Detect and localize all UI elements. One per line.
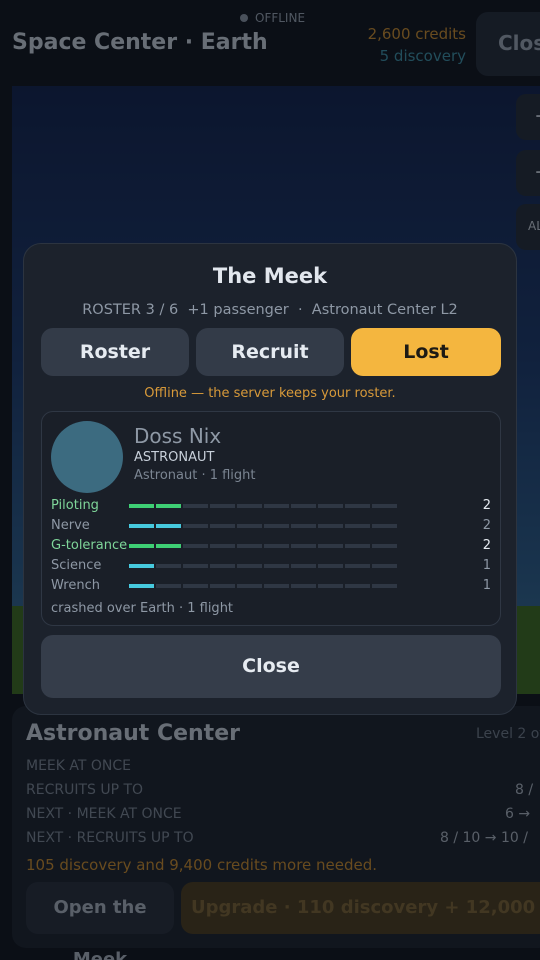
- skill-segment: [318, 584, 343, 588]
- skill-segment: [210, 584, 235, 588]
- skill-segment: [291, 524, 316, 528]
- skill-meter: [129, 524, 397, 528]
- skill-segment: [291, 564, 316, 568]
- skill-segment: [183, 584, 208, 588]
- skill-segment: [372, 544, 397, 548]
- skill-segment: [183, 504, 208, 508]
- astronaut-role: ASTRONAUT: [134, 450, 215, 465]
- skill-label: Wrench: [51, 578, 100, 593]
- tab-roster[interactable]: Roster: [41, 328, 189, 376]
- skill-segment: [129, 524, 154, 528]
- skill-segment: [183, 524, 208, 528]
- skill-segment: [345, 504, 370, 508]
- skill-segment: [291, 544, 316, 548]
- skill-label: Piloting: [51, 498, 99, 513]
- skill-segment: [372, 584, 397, 588]
- skill-segment: [210, 524, 235, 528]
- skill-segment: [264, 504, 289, 508]
- skill-segment: [345, 544, 370, 548]
- skill-segment: [291, 584, 316, 588]
- skill-segment: [156, 524, 181, 528]
- skill-segment: [156, 584, 181, 588]
- astronaut-status: crashed over Earth · 1 flight: [51, 601, 234, 616]
- skill-row: Nerve 2: [51, 518, 491, 534]
- skill-meter: [129, 564, 397, 568]
- app-root: OFFLINE Space Center · Earth 2,600 credi…: [0, 0, 540, 960]
- skill-segment: [156, 504, 181, 508]
- skill-segment: [318, 504, 343, 508]
- skill-value: 1: [482, 558, 491, 573]
- astronaut-name: Doss Nix: [134, 424, 222, 448]
- skill-segment: [318, 564, 343, 568]
- skill-value: 2: [482, 498, 491, 513]
- skill-label: G-tolerance: [51, 538, 128, 553]
- skill-segment: [129, 564, 154, 568]
- skill-label: Science: [51, 558, 102, 573]
- skill-value: 2: [482, 538, 491, 553]
- skill-segment: [372, 564, 397, 568]
- roster-summary: ROSTER 3 / 6 +1 passenger · Astronaut Ce…: [82, 302, 458, 318]
- skill-segment: [156, 544, 181, 548]
- tab-recruit[interactable]: Recruit: [196, 328, 344, 376]
- skill-segment: [237, 544, 262, 548]
- avatar: [51, 421, 123, 493]
- skill-segment: [156, 564, 181, 568]
- skill-segment: [264, 564, 289, 568]
- skill-segment: [345, 564, 370, 568]
- skill-segment: [264, 544, 289, 548]
- skill-segment: [318, 524, 343, 528]
- skill-segment: [372, 504, 397, 508]
- skill-segment: [237, 524, 262, 528]
- skill-segment: [264, 584, 289, 588]
- skill-segment: [264, 524, 289, 528]
- skill-row: Piloting 2: [51, 498, 491, 514]
- offline-note: Offline — the server keeps your roster.: [144, 386, 396, 401]
- skill-segment: [372, 524, 397, 528]
- skill-value: 1: [482, 578, 491, 593]
- skill-meter: [129, 544, 397, 548]
- skill-segment: [291, 504, 316, 508]
- skill-segment: [318, 544, 343, 548]
- skill-segment: [129, 584, 154, 588]
- skill-segment: [183, 564, 208, 568]
- skill-meter: [129, 584, 397, 588]
- skill-label: Nerve: [51, 518, 90, 533]
- astronaut-card: Doss Nix ASTRONAUT Astronaut · 1 flight …: [41, 411, 501, 626]
- skill-segment: [210, 504, 235, 508]
- skill-row: Wrench 1: [51, 578, 491, 594]
- meek-modal: The Meek ROSTER 3 / 6 +1 passenger · Ast…: [23, 243, 517, 715]
- skill-segment: [237, 504, 262, 508]
- tab-lost[interactable]: Lost: [351, 328, 501, 376]
- skill-segment: [237, 564, 262, 568]
- skill-segment: [237, 584, 262, 588]
- skill-meter: [129, 504, 397, 508]
- modal-title: The Meek: [212, 264, 328, 288]
- skill-segment: [345, 524, 370, 528]
- skill-row: Science 1: [51, 558, 491, 574]
- skill-segment: [129, 504, 154, 508]
- skill-segment: [210, 564, 235, 568]
- skill-value: 2: [482, 518, 491, 533]
- skill-segment: [129, 544, 154, 548]
- skill-segment: [210, 544, 235, 548]
- skill-segment: [183, 544, 208, 548]
- skill-row: G-tolerance 2: [51, 538, 491, 554]
- modal-close-button[interactable]: Close: [41, 635, 501, 698]
- astronaut-meta: Astronaut · 1 flight: [134, 468, 256, 483]
- skill-segment: [345, 584, 370, 588]
